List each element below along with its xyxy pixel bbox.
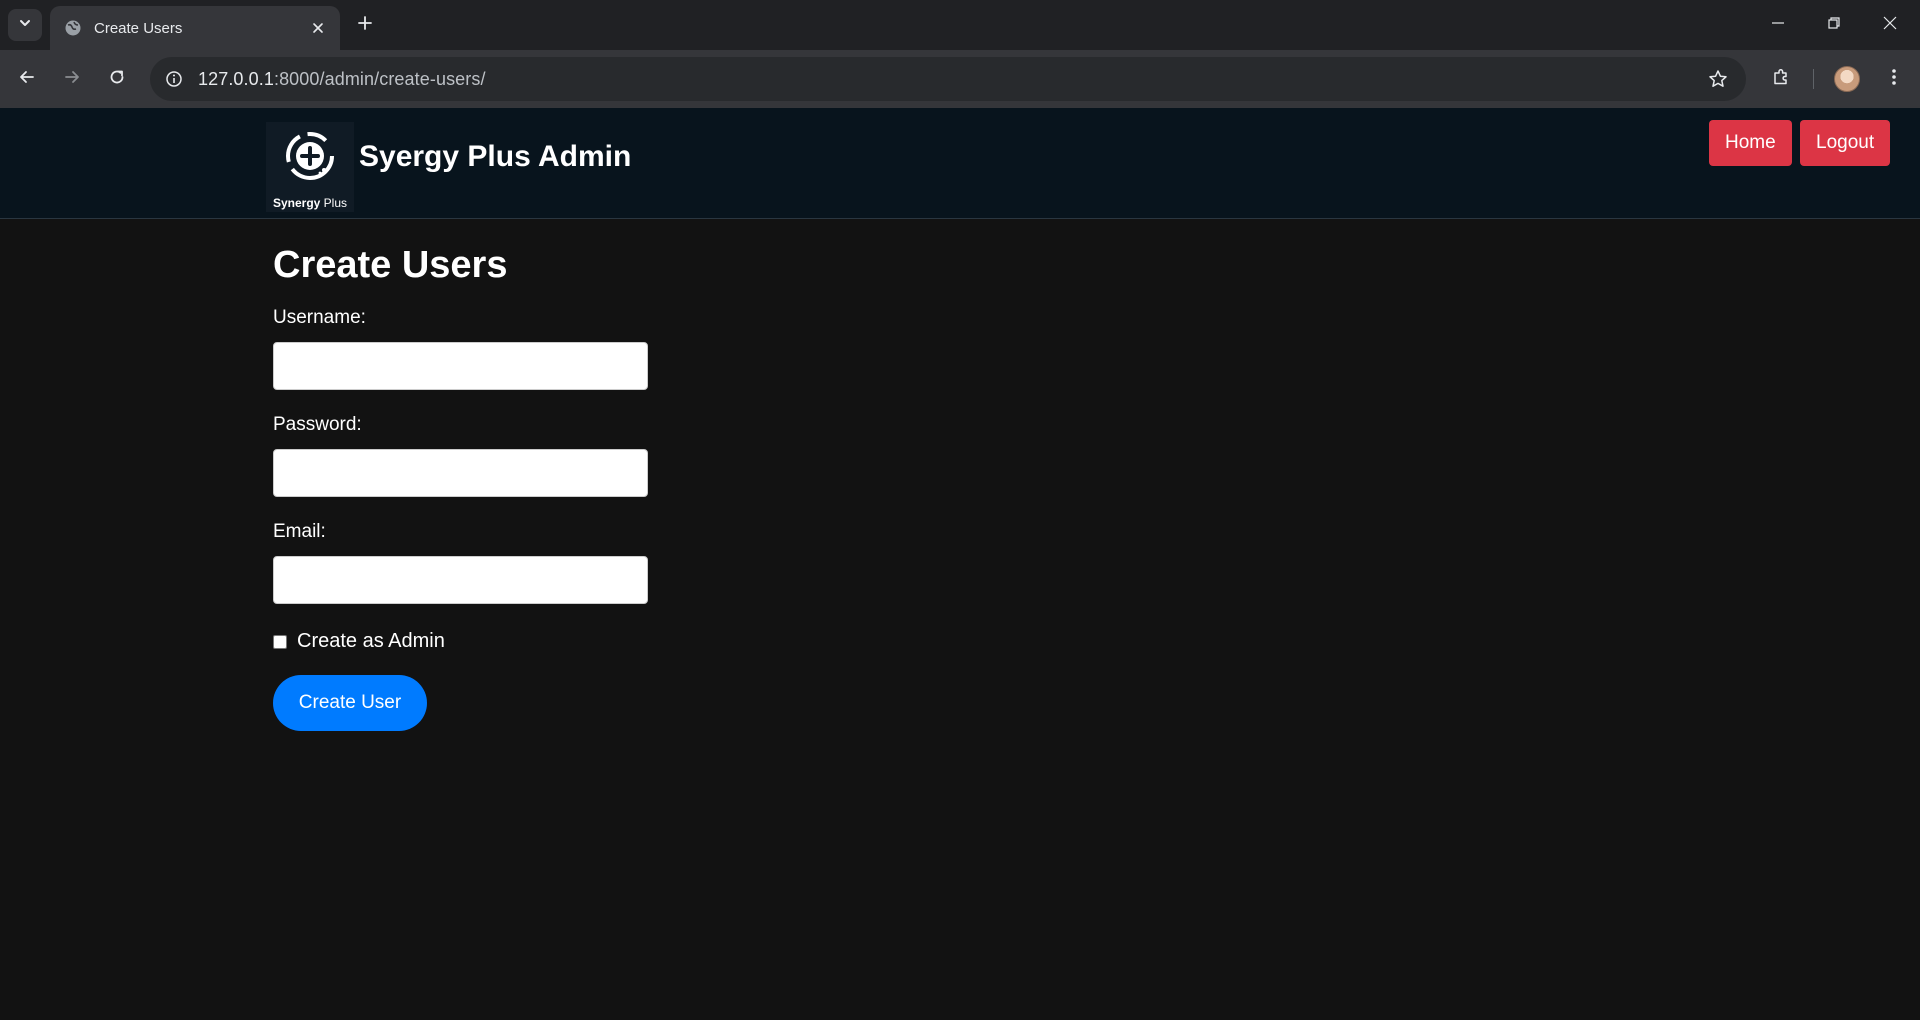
tab-search-button[interactable]	[8, 9, 42, 41]
email-label: Email:	[273, 521, 326, 542]
home-button[interactable]: Home	[1709, 120, 1792, 166]
puzzle-icon	[1771, 67, 1791, 92]
forward-button[interactable]	[56, 63, 88, 95]
close-icon	[1883, 16, 1897, 35]
profile-button[interactable]	[1831, 63, 1863, 95]
browser-toolbar: 127.0.0.1:8000/admin/create-users/	[0, 50, 1920, 108]
bookmark-star-icon[interactable]	[1698, 59, 1738, 99]
site-logo[interactable]: Synergy Plus	[266, 122, 354, 212]
admin-checkbox[interactable]	[273, 634, 287, 649]
minimize-icon	[1771, 16, 1785, 35]
avatar	[1834, 66, 1860, 92]
url-path: :8000/admin/create-users/	[273, 68, 486, 89]
plus-icon	[357, 15, 373, 36]
browser-tab-active[interactable]: Create Users	[50, 6, 340, 50]
restore-button[interactable]	[1806, 0, 1862, 50]
logout-button[interactable]: Logout	[1800, 120, 1891, 166]
close-tab-icon[interactable]	[304, 14, 332, 42]
synergy-logo-mark	[266, 122, 354, 194]
page-viewport: Synergy Plus Syergy Plus Admin Home Logo…	[0, 108, 1920, 1020]
site-title: Syergy Plus Admin	[359, 140, 632, 173]
tab-title: Create Users	[94, 19, 183, 37]
minimize-button[interactable]	[1750, 0, 1806, 50]
logo-caption: Synergy Plus	[266, 196, 354, 210]
admin-checkbox-row: Create as Admin	[273, 630, 973, 653]
back-button[interactable]	[11, 63, 43, 95]
password-input[interactable]	[273, 449, 648, 497]
restore-icon	[1827, 16, 1841, 35]
browser-menu-button[interactable]	[1878, 63, 1910, 95]
new-tab-button[interactable]	[350, 10, 380, 40]
arrow-right-icon	[63, 68, 81, 91]
create-user-button[interactable]: Create User	[273, 675, 427, 731]
site-header: Synergy Plus Syergy Plus Admin Home Logo…	[0, 108, 1920, 219]
globe-icon	[64, 19, 82, 37]
page-title: Create Users	[273, 244, 508, 286]
username-label: Username:	[273, 307, 366, 328]
tab-strip: Create Users	[0, 0, 1920, 50]
url-host: 127.0.0.1	[198, 68, 274, 89]
reload-button[interactable]	[101, 63, 133, 95]
close-window-button[interactable]	[1862, 0, 1918, 50]
toolbar-divider	[1813, 69, 1814, 89]
extensions-button[interactable]	[1765, 63, 1797, 95]
admin-checkbox-label[interactable]: Create as Admin	[297, 630, 445, 653]
username-input[interactable]	[273, 342, 648, 390]
reload-icon	[108, 68, 126, 91]
create-user-form: Create Users Username: Password: Email: …	[273, 244, 973, 731]
arrow-left-icon	[18, 68, 36, 91]
logo-caption-light: Plus	[323, 196, 348, 210]
site-info-icon[interactable]	[152, 57, 196, 101]
password-label: Password:	[273, 414, 362, 435]
email-input[interactable]	[273, 556, 648, 604]
logo-caption-bold: Synergy	[272, 196, 321, 210]
url-text[interactable]: 127.0.0.1:8000/admin/create-users/	[198, 69, 1698, 90]
address-bar[interactable]: 127.0.0.1:8000/admin/create-users/	[150, 57, 1746, 101]
chevron-down-icon	[18, 16, 32, 35]
more-vertical-icon	[1891, 67, 1897, 92]
